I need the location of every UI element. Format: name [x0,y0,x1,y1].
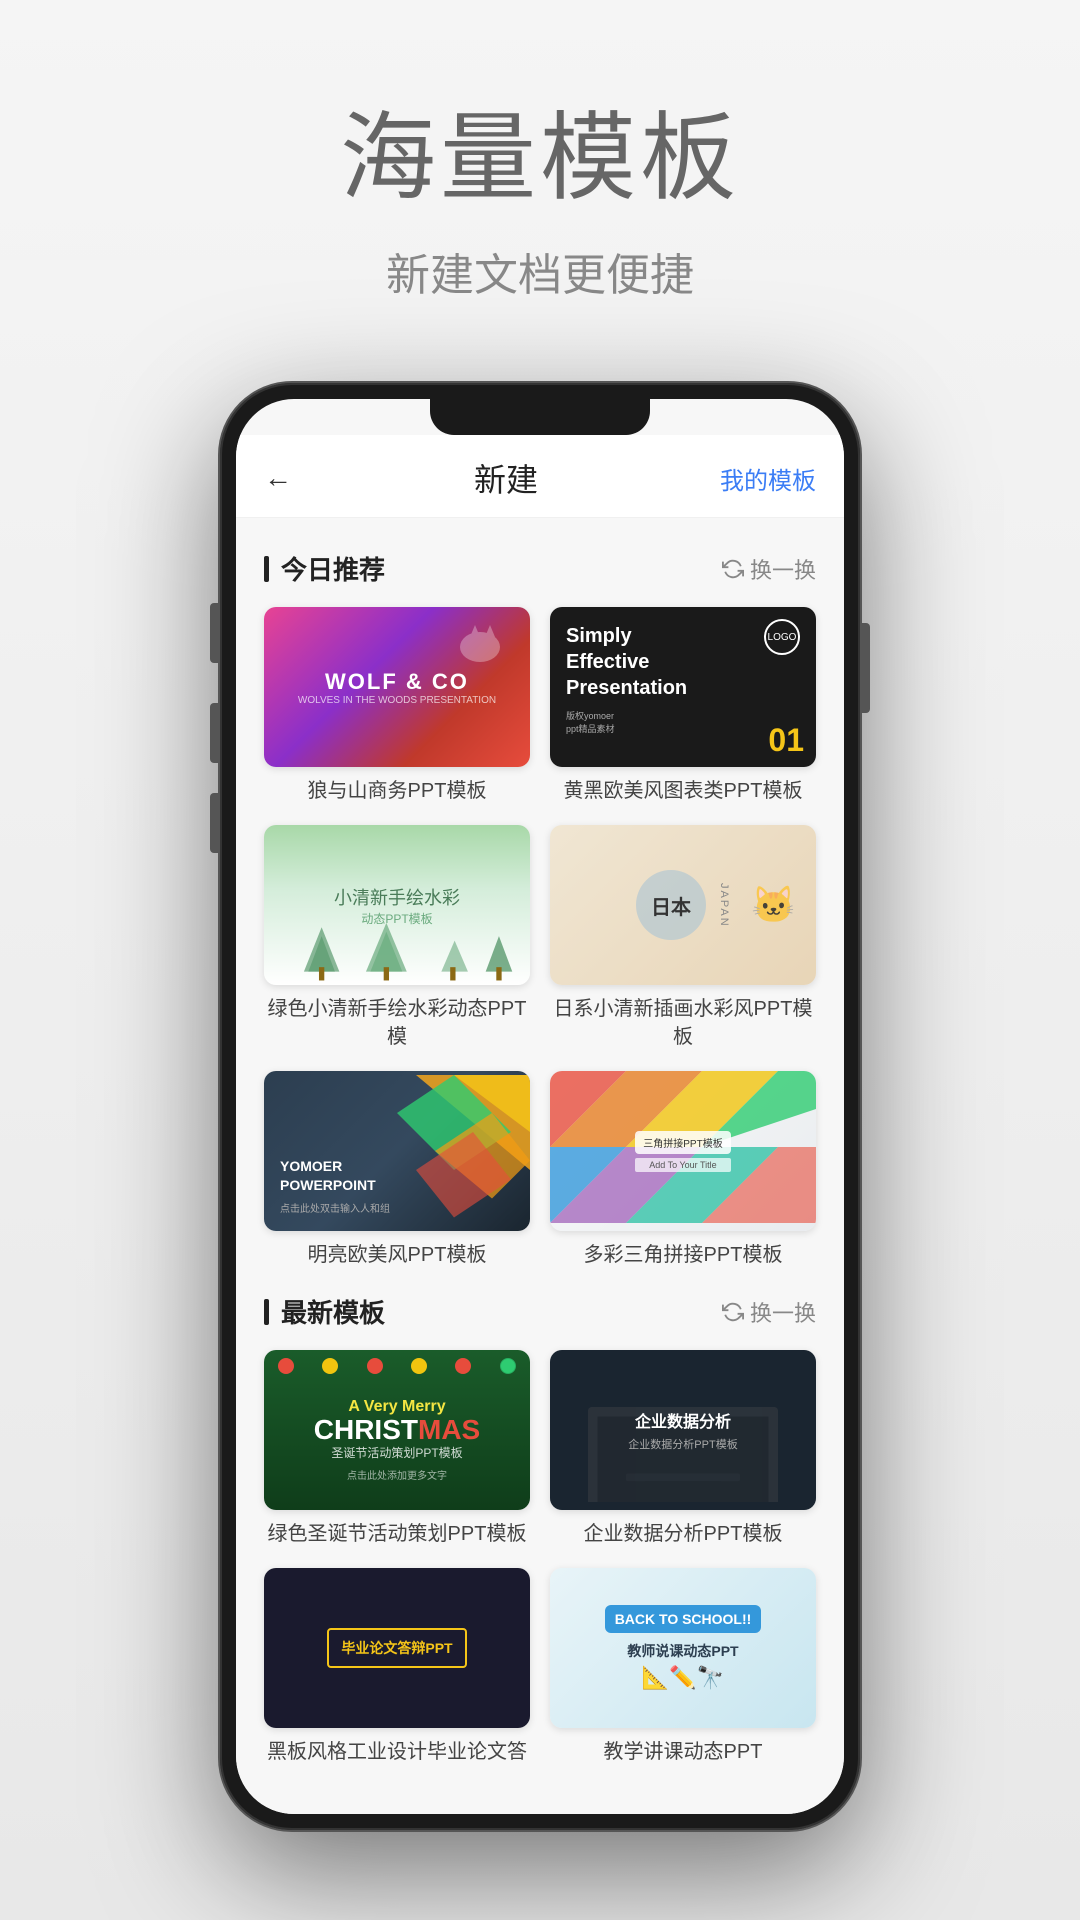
yomoer-thumbnail: YOMOER POWERPOINT 点击此处双击输入人和组 [264,1071,530,1231]
latest-section-title: 最新模板 [264,1293,385,1330]
japan-template-name: 日系小清新插画水彩风PPT模板 [550,995,816,1051]
wolf-brand: WOLF & CO [298,669,496,695]
phone-mockup: ← 新建 我的模板 今日推荐 换一换 [0,363,1080,1830]
enterprise-thumbnail: 企业数据分析 企业数据分析PPT模板 [550,1350,816,1510]
page-header: 海量模板 新建文档更便捷 [0,0,1080,363]
simply-thumbnail: Simply Effective Presentation 版权yomoerpp… [550,607,816,767]
today-section-title: 今日推荐 [264,550,385,587]
christmas-template-name: 绿色圣诞节活动策划PPT模板 [264,1520,530,1548]
today-template-grid: WOLF & CO WOLVES IN THE WOODS PRESENTATI… [264,607,816,1269]
notch [430,399,650,435]
christmas-footer: 点击此处添加更多文字 [314,1467,480,1482]
triangle-title: 三角拼接PPT模板 [635,1131,730,1154]
christmas-line3: 圣诞节活动策划PPT模板 [314,1444,480,1461]
simply-template-name: 黄黑欧美风图表类PPT模板 [550,777,816,805]
enterprise-title: 企业数据分析 [628,1408,737,1432]
teacher-thumbnail: BACK TO SCHOOL!! 教师说课动态PPT 📐✏️🔭 [550,1568,816,1728]
today-refresh-button[interactable]: 换一换 [722,553,816,585]
simply-credit: 版权yomoerppt精品素材 [566,709,687,735]
simply-number: 01 [768,722,804,759]
graduation-thumbnail: 毕业论文答辩PPT [264,1568,530,1728]
graduation-template-name: 黑板风格工业设计毕业论文答 [264,1738,530,1766]
triangle-template-name: 多彩三角拼接PPT模板 [550,1241,816,1269]
simply-logo: LOGO [764,619,800,655]
template-japan[interactable]: 日本 JAPAN 🐱 日系小清新插画水彩风PPT模板 [550,825,816,1051]
my-templates-button[interactable]: 我的模板 [720,461,816,496]
template-wolf[interactable]: WOLF & CO WOLVES IN THE WOODS PRESENTATI… [264,607,530,805]
watercolor-sub: 动态PPT模板 [334,910,460,927]
template-graduation[interactable]: 毕业论文答辩PPT 黑板风格工业设计毕业论文答 [264,1568,530,1766]
enterprise-template-name: 企业数据分析PPT模板 [550,1520,816,1548]
template-yomoer[interactable]: YOMOER POWERPOINT 点击此处双击输入人和组 明亮欧美风PPT模板 [264,1071,530,1269]
simply-title-line1: Simply [566,623,687,649]
yomoer-title: POWERPOINT [280,1176,514,1196]
wolf-thumbnail: WOLF & CO WOLVES IN THE WOODS PRESENTATI… [264,607,530,767]
latest-refresh-button[interactable]: 换一换 [722,1296,816,1328]
refresh-icon [722,558,744,580]
template-christmas[interactable]: A Very Merry CHRISTMAS 圣诞节活动策划PPT模板 点击此处… [264,1350,530,1548]
teacher-badge: BACK TO SCHOOL!! [605,1605,762,1633]
christmas-main: CHRISTMAS [314,1416,480,1444]
nav-title: 新建 [474,455,538,501]
yomoer-brand: YOMOER [280,1157,514,1177]
yomoer-template-name: 明亮欧美风PPT模板 [264,1241,530,1269]
christmas-thumbnail: A Very Merry CHRISTMAS 圣诞节活动策划PPT模板 点击此处… [264,1350,530,1510]
simply-title-line2: Effective [566,649,687,675]
cat-decoration: 🐱 [751,884,796,926]
page-title: 海量模板 [0,80,1080,219]
nav-bar: ← 新建 我的模板 [236,435,844,518]
triangle-thumbnail: 三角拼接PPT模板 Add To Your Title [550,1071,816,1231]
page-subtitle: 新建文档更便捷 [0,239,1080,303]
japan-text: JAPAN [718,883,730,928]
latest-section-header: 最新模板 换一换 [264,1293,816,1330]
watercolor-template-name: 绿色小清新手绘水彩动态PPT模 [264,995,530,1051]
watercolor-title: 小清新手绘水彩 [334,884,460,910]
wolf-template-name: 狼与山商务PPT模板 [264,777,530,805]
christmas-ornaments [264,1358,530,1374]
teacher-template-name: 教学讲课动态PPT [550,1738,816,1766]
japan-circle: 日本 [636,870,706,940]
screen-content: ← 新建 我的模板 今日推荐 换一换 [236,399,844,1814]
latest-refresh-icon [722,1301,744,1323]
template-simply[interactable]: Simply Effective Presentation 版权yomoerpp… [550,607,816,805]
today-section-header: 今日推荐 换一换 [264,550,816,587]
volume-up-button [210,703,218,763]
teacher-icons: 📐✏️🔭 [605,1665,762,1691]
phone-screen: ← 新建 我的模板 今日推荐 换一换 [236,399,844,1814]
back-button[interactable]: ← [264,462,292,494]
japan-thumbnail: 日本 JAPAN 🐱 [550,825,816,985]
wolf-silhouette [450,617,510,667]
template-teacher[interactable]: BACK TO SCHOOL!! 教师说课动态PPT 📐✏️🔭 教学讲课动态PP… [550,1568,816,1766]
phone-frame: ← 新建 我的模板 今日推荐 换一换 [220,383,860,1830]
graduation-title: 毕业论文答辩PPT [327,1628,466,1668]
simply-title-line3: Presentation [566,675,687,701]
enterprise-subtitle: 企业数据分析PPT模板 [628,1436,737,1452]
triangle-overlay: 三角拼接PPT模板 Add To Your Title [635,1131,730,1172]
template-watercolor[interactable]: 小清新手绘水彩 动态PPT模板 绿色小清新手绘水彩动态PPT模 [264,825,530,1051]
wolf-subtitle: WOLVES IN THE WOODS PRESENTATION [298,695,496,706]
template-enterprise[interactable]: 企业数据分析 企业数据分析PPT模板 [550,1350,816,1548]
volume-down-button [210,793,218,853]
template-triangle[interactable]: 三角拼接PPT模板 Add To Your Title 多彩三角拼接PPT模板 [550,1071,816,1269]
latest-template-grid: A Very Merry CHRISTMAS 圣诞节活动策划PPT模板 点击此处… [264,1350,816,1766]
triangle-sub: Add To Your Title [635,1158,730,1172]
teacher-title: 教师说课动态PPT [605,1641,762,1661]
main-content: 今日推荐 换一换 [236,518,844,1814]
yomoer-sub: 点击此处双击输入人和组 [280,1200,514,1215]
watercolor-thumbnail: 小清新手绘水彩 动态PPT模板 [264,825,530,985]
